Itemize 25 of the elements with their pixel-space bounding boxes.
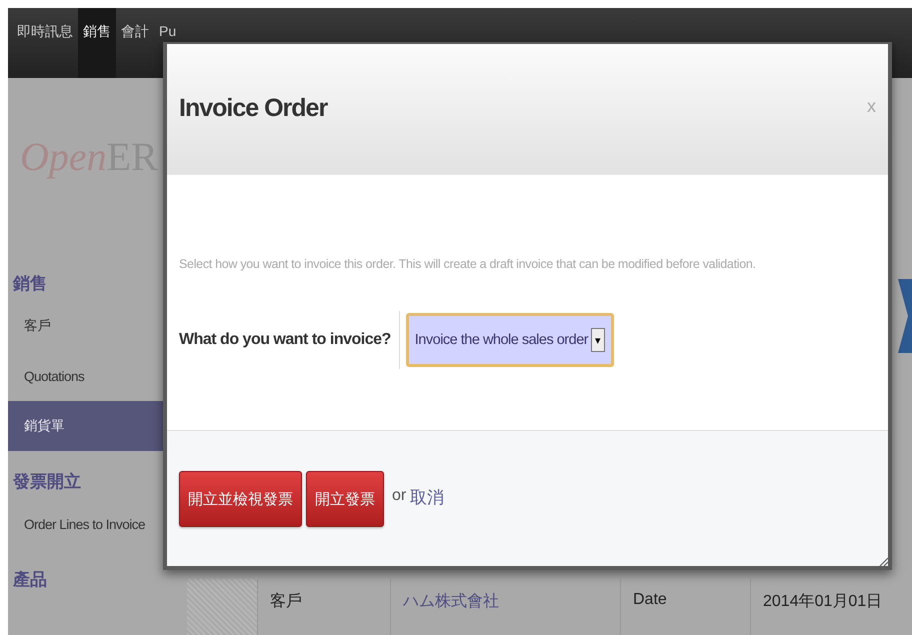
sidebar-heading: 銷售 bbox=[12, 273, 48, 295]
sidebar-item[interactable]: Quotations bbox=[8, 351, 163, 401]
dialog-description: Select how you want to invoice this order. This will create a draft invoice that can be modified before validation. bbox=[179, 257, 757, 271]
sidebar-item[interactable]: 客戶 bbox=[8, 301, 163, 351]
chevron-icon[interactable] bbox=[898, 279, 912, 353]
sidebar-heading: 產品 bbox=[12, 569, 48, 591]
top-menu-item[interactable]: 即時訊息 bbox=[12, 8, 78, 78]
field-link[interactable]: ハム株式會社 bbox=[390, 579, 620, 635]
invoice-select[interactable]: Invoice the whole sales order ▾ bbox=[406, 313, 614, 367]
sidebar-heading: 發票開立 bbox=[12, 471, 82, 493]
field-label: What do you want to invoice? bbox=[179, 311, 400, 369]
invoice-button[interactable]: 開立發票 bbox=[306, 471, 384, 527]
top-menu-item[interactable]: 銷售 bbox=[78, 8, 116, 78]
invoice-button[interactable]: 開立並檢視發票 bbox=[179, 471, 302, 527]
sidebar-item[interactable]: 銷貨單 bbox=[8, 401, 163, 451]
resize-grip-icon[interactable] bbox=[878, 556, 888, 566]
field-value: 2014年01月01日 bbox=[750, 579, 910, 635]
field-label: Date bbox=[620, 579, 750, 635]
top-menu-item[interactable]: 會計 bbox=[116, 8, 154, 78]
hatched-cell bbox=[187, 579, 257, 635]
dialog-title: Invoice Order bbox=[179, 94, 328, 123]
sidebar-item[interactable]: Order Lines to Invoice bbox=[8, 499, 163, 549]
or-text: or bbox=[392, 487, 406, 505]
field-label: 客戶 bbox=[257, 579, 390, 635]
cancel-link[interactable]: 取消 bbox=[410, 486, 444, 509]
